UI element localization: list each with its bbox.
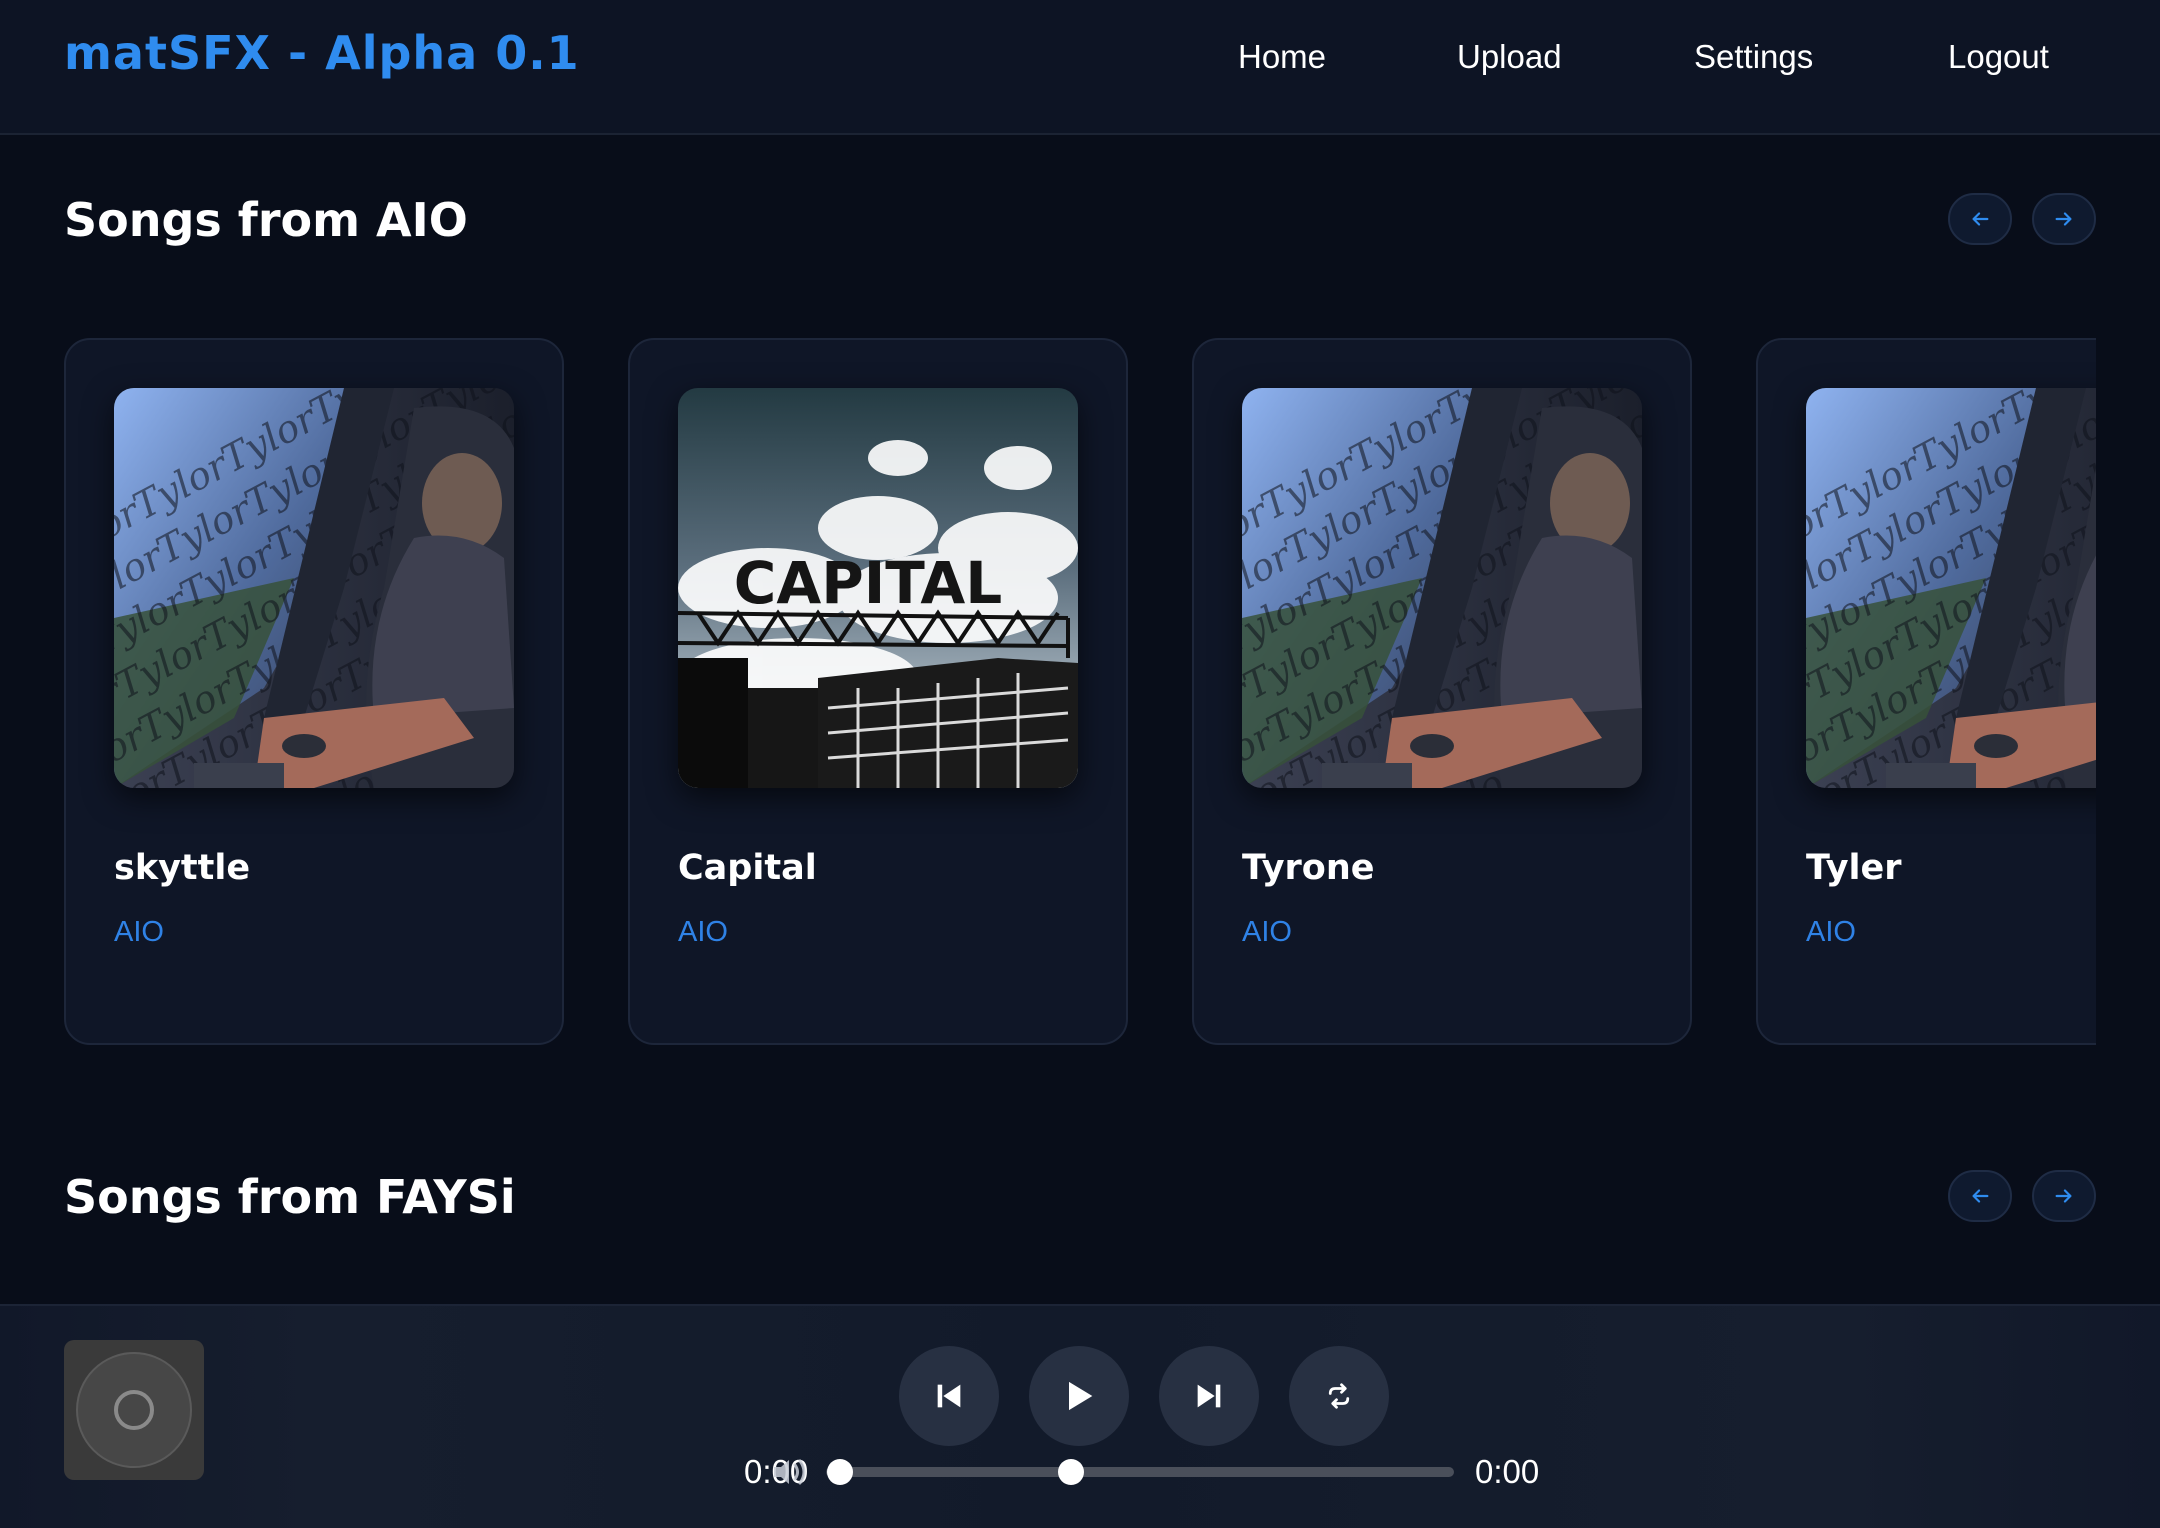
song-card-capital[interactable]: Capital AIO — [628, 338, 1128, 1045]
previous-track-button[interactable] — [899, 1346, 999, 1446]
repeat-icon — [1328, 1383, 1350, 1409]
arrow-left-icon — [1972, 1189, 1989, 1203]
next-track-button[interactable] — [1159, 1346, 1259, 1446]
arrow-left-icon — [1972, 212, 1989, 226]
nav-settings[interactable]: Settings — [1694, 38, 1813, 76]
song-cover — [1806, 388, 2096, 788]
progress-bar[interactable] — [826, 1467, 1454, 1477]
song-cover — [1242, 388, 1642, 788]
song-artist-link[interactable]: AIO — [1242, 916, 1292, 949]
song-artist-link[interactable]: AIO — [114, 916, 164, 949]
song-card-tyrone[interactable]: Tyrone AIO — [1192, 338, 1692, 1045]
song-cover — [114, 388, 514, 788]
song-artist-link[interactable]: AIO — [678, 916, 728, 949]
section-title-aio: Songs from AIO — [64, 193, 468, 247]
player-bar — [0, 1304, 2160, 1528]
nav-home[interactable]: Home — [1238, 38, 1326, 76]
now-playing-artwork — [64, 1340, 204, 1480]
song-card-tyler[interactable]: Tyler AIO — [1756, 338, 2096, 1045]
volume-icon[interactable] — [770, 1456, 814, 1488]
song-title: Capital — [678, 848, 817, 888]
repeat-button[interactable] — [1289, 1346, 1389, 1446]
song-cover — [678, 388, 1078, 788]
play-button[interactable] — [1029, 1346, 1129, 1446]
song-card-skyttle[interactable]: skyttle AIO — [64, 338, 564, 1045]
volume-slider-handle[interactable] — [1058, 1459, 1084, 1485]
app-logo[interactable]: matSFX - Alpha 0.1 — [64, 26, 580, 80]
top-navbar: matSFX - Alpha 0.1 Home Upload Settings … — [0, 0, 2160, 135]
arrow-right-icon — [2055, 212, 2072, 226]
skip-back-icon — [937, 1384, 961, 1408]
aio-next-button[interactable] — [2032, 193, 2096, 245]
faysi-prev-button[interactable] — [1948, 1170, 2012, 1222]
aio-songs-carousel[interactable]: skyttle AIO Capital AIO Tyrone AIO Tyler… — [64, 338, 2096, 1045]
aio-prev-button[interactable] — [1948, 193, 2012, 245]
faysi-next-button[interactable] — [2032, 1170, 2096, 1222]
play-icon — [1069, 1381, 1093, 1411]
song-artist-link[interactable]: AIO — [1806, 916, 1856, 949]
nav-upload[interactable]: Upload — [1457, 38, 1562, 76]
song-title: skyttle — [114, 848, 251, 888]
progress-slider-handle[interactable] — [827, 1459, 853, 1485]
disc-icon — [76, 1352, 192, 1468]
skip-forward-icon — [1197, 1384, 1221, 1408]
nav-logout[interactable]: Logout — [1948, 38, 2049, 76]
section-title-faysi: Songs from FAYSi — [64, 1170, 516, 1224]
arrow-right-icon — [2055, 1189, 2072, 1203]
song-title: Tyrone — [1242, 848, 1375, 888]
duration-time: 0:00 — [1475, 1453, 1540, 1490]
song-title: Tyler — [1806, 848, 1902, 888]
